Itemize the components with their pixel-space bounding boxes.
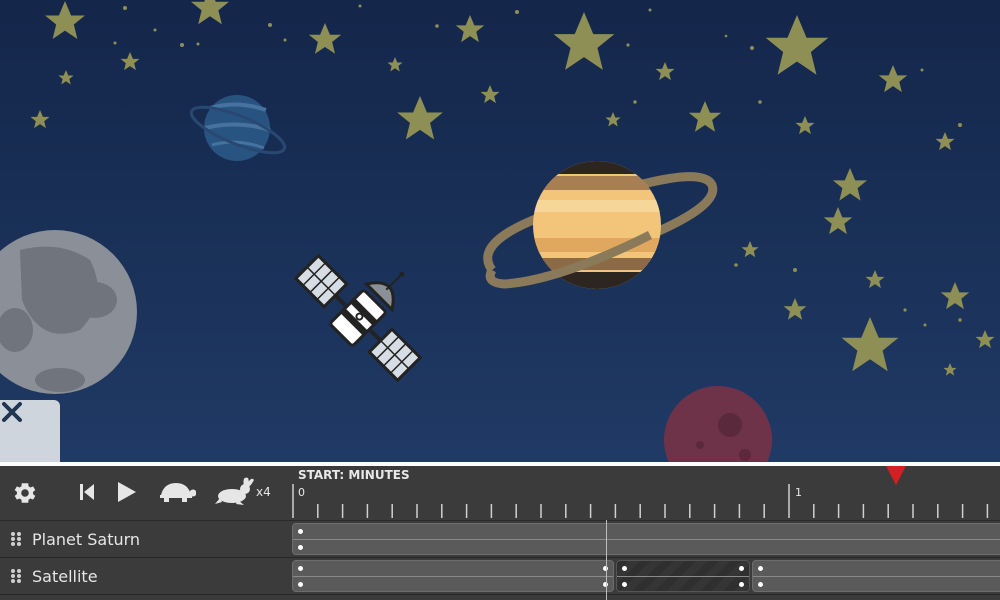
keyframe-clip[interactable] [292, 523, 1000, 555]
keyframe-dot[interactable] [622, 582, 627, 587]
skip-back-icon [80, 484, 94, 500]
settings-button[interactable] [12, 480, 38, 510]
rabbit-icon [215, 477, 254, 505]
keyframe-dot[interactable] [298, 566, 303, 571]
keyframe-dot[interactable] [739, 566, 744, 571]
clip-midline [293, 576, 613, 577]
track-header: Satellite [0, 558, 290, 594]
blue-planet [189, 95, 287, 161]
drag-grip-icon[interactable] [10, 568, 22, 584]
keyframe-dot[interactable] [739, 582, 744, 587]
timeline-panel: x4 START: MINUTES 0 1 Planet Saturn Sate… [0, 466, 1000, 600]
track-planet-saturn[interactable]: Planet Saturn [0, 521, 1000, 558]
moon [0, 230, 137, 394]
playback-controls: x4 [0, 466, 290, 521]
turtle-icon [160, 483, 197, 502]
space-scene [0, 0, 995, 462]
playhead-line [606, 520, 607, 600]
keyframe-clip[interactable] [752, 560, 1000, 592]
keyframe-clip[interactable] [292, 560, 614, 592]
keyframe-dot[interactable] [298, 545, 303, 550]
track-lane [292, 521, 1000, 557]
keyframe-dot[interactable] [298, 582, 303, 587]
close-button[interactable] [0, 400, 60, 462]
play-icon [118, 482, 136, 502]
satellite [293, 253, 423, 383]
clip-midline [617, 576, 749, 577]
fast-speed-button[interactable] [214, 476, 254, 510]
play-button[interactable] [116, 480, 138, 508]
keyframe-dot[interactable] [622, 566, 627, 571]
slow-speed-button[interactable] [156, 481, 197, 507]
track-label: Planet Saturn [32, 529, 141, 549]
drag-grip-icon[interactable] [10, 531, 22, 547]
planet-saturn [483, 161, 718, 289]
track-satellite[interactable]: Satellite [0, 558, 1000, 595]
clip-midline [293, 539, 1000, 540]
rewind-button[interactable] [78, 480, 96, 508]
keyframe-dot[interactable] [298, 529, 303, 534]
close-icon [2, 402, 22, 422]
playhead-marker-icon [886, 466, 906, 485]
clip-midline [753, 576, 1000, 577]
speed-multiplier-label: x4 [256, 485, 271, 499]
keyframe-dot[interactable] [758, 566, 763, 571]
track-header: Planet Saturn [0, 521, 290, 557]
keyframe-dot[interactable] [758, 582, 763, 587]
track-label: Satellite [32, 566, 98, 586]
time-ruler[interactable]: START: MINUTES 0 1 [290, 466, 1000, 521]
stars [30, 0, 995, 376]
keyframe-clip-selected[interactable] [616, 560, 750, 592]
red-planet [664, 386, 772, 462]
stage-canvas [0, 0, 1000, 462]
gear-icon [14, 483, 36, 503]
playhead-handle[interactable] [886, 466, 906, 490]
track-lane [292, 558, 1000, 594]
